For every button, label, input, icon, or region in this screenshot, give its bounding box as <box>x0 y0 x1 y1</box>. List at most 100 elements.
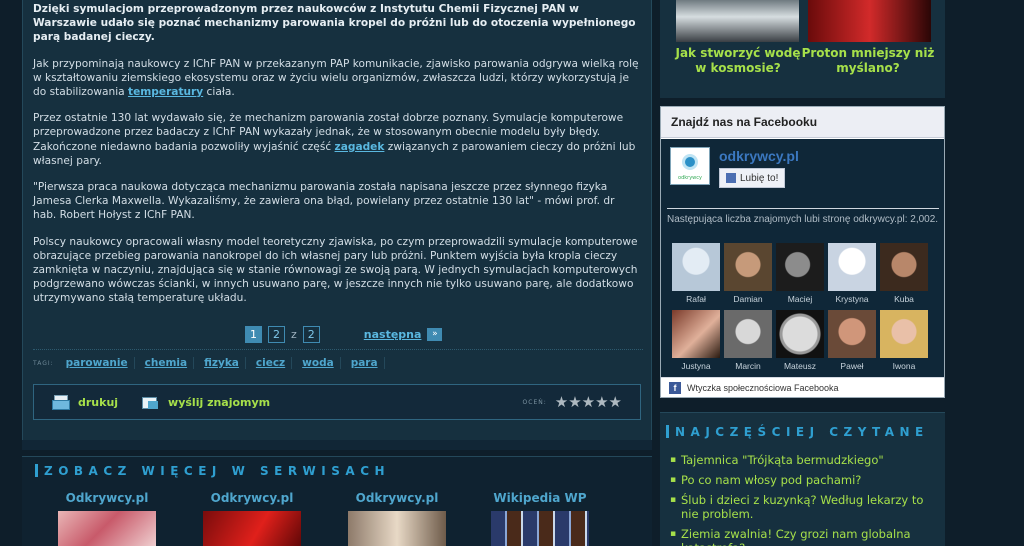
section-title: ZOBACZ WIĘCEJ W SERWISACH <box>35 464 390 478</box>
fan-avatar[interactable] <box>828 310 876 358</box>
most-read-link[interactable]: Tajemnica "Trójkąta bermudzkiego" <box>670 453 930 467</box>
astronaut-image[interactable] <box>676 0 799 42</box>
fan-name[interactable]: Justyna <box>670 361 722 371</box>
send-to-friend-button[interactable]: wyślij znajomym <box>142 395 270 409</box>
article-footer-bar <box>22 440 652 450</box>
article-text: Jak przypominają naukowcy z IChF PAN w p… <box>33 57 639 99</box>
eye-logo-icon <box>682 154 698 170</box>
fan-avatar[interactable] <box>880 243 928 291</box>
facebook-icon: f <box>669 381 681 394</box>
service-card[interactable]: Odkrywcy.pl <box>47 491 167 546</box>
fan-avatar[interactable] <box>776 243 824 291</box>
fan-name[interactable]: Paweł <box>826 361 878 371</box>
most-read-list: Tajemnica "Trójkąta bermudzkiego" Po co … <box>670 453 930 546</box>
facebook-widget: Znajdź nas na Facebooku odkrywcy odkrywc… <box>660 106 945 398</box>
divider <box>667 208 939 209</box>
facebook-page-name[interactable]: odkrywcy.pl <box>719 148 799 164</box>
next-arrow-icon[interactable]: » <box>427 327 443 341</box>
next-page-link[interactable]: następna <box>364 328 422 341</box>
service-title[interactable]: Odkrywcy.pl <box>192 491 312 505</box>
service-thumbnail[interactable] <box>203 511 301 546</box>
title-bar-icon <box>666 425 669 438</box>
tag-link[interactable]: ciecz <box>252 357 293 369</box>
fan-name[interactable]: Maciej <box>774 294 826 304</box>
tag-link[interactable]: parowanie <box>62 357 135 369</box>
most-read-link[interactable]: Po co nam włosy pod pachami? <box>670 473 930 487</box>
facebook-plugin-label[interactable]: Wtyczka społecznościowa Facebooka <box>687 383 839 393</box>
page-2-button[interactable]: 2 <box>268 325 285 343</box>
tag-link[interactable]: fizyka <box>200 357 246 369</box>
envelope-icon <box>142 395 159 409</box>
service-card[interactable]: Odkrywcy.pl <box>337 491 457 546</box>
article-body: Dzięki symulacjom przeprowadzonym przez … <box>23 0 651 306</box>
tag-link[interactable]: chemia <box>141 357 195 369</box>
pagination: 1 2 z 2 następna » <box>245 324 443 344</box>
tag-link[interactable]: para <box>347 357 385 369</box>
related-link[interactable]: Jak stworzyć wodę w kosmosie? <box>668 46 808 76</box>
service-thumbnail[interactable] <box>491 511 589 546</box>
fan-item[interactable]: Maciej <box>774 243 826 304</box>
section-title: NAJCZĘŚCIEJ CZYTANE <box>666 425 929 439</box>
facebook-header: Znajdź nas na Facebooku <box>661 107 944 138</box>
article-quote: "Pierwsza praca naukowa dotycząca mechan… <box>33 181 615 222</box>
fan-avatar[interactable] <box>672 310 720 358</box>
most-read-link[interactable]: Ziemia zwalnia! Czy grozi nam globalna k… <box>670 527 930 546</box>
title-bar-icon <box>35 464 38 477</box>
fan-name[interactable]: Rafał <box>670 294 722 304</box>
fan-avatar[interactable] <box>880 310 928 358</box>
fan-item[interactable]: Mateusz <box>774 310 826 371</box>
fan-avatar[interactable] <box>672 243 720 291</box>
article-lead: Dzięki symulacjom przeprowadzonym przez … <box>33 3 636 44</box>
site-logo[interactable]: odkrywcy <box>670 147 710 185</box>
article-paragraph: Przez ostatnie 130 lat wydawało się, że … <box>33 111 641 168</box>
fan-item[interactable]: Marcin <box>722 310 774 371</box>
printer-icon <box>52 395 70 410</box>
service-title[interactable]: Odkrywcy.pl <box>337 491 457 505</box>
article-text: ciała. <box>203 86 235 99</box>
most-read-link[interactable]: Ślub i dzieci z kuzynką? Według lekarzy … <box>670 493 930 521</box>
article-panel: Dzięki symulacjom przeprowadzonym przez … <box>22 0 652 440</box>
fan-name[interactable]: Damian <box>722 294 774 304</box>
fan-item[interactable]: Damian <box>722 243 774 304</box>
fan-name[interactable]: Iwona <box>878 361 930 371</box>
service-title[interactable]: Wikipedia WP <box>480 491 600 505</box>
related-thumbnails: Jak stworzyć wodę w kosmosie? Proton mni… <box>660 0 945 98</box>
service-card[interactable]: Wikipedia WP <box>480 491 600 546</box>
section-title-text: NAJCZĘŚCIEJ CZYTANE <box>675 425 929 439</box>
service-card[interactable]: Odkrywcy.pl <box>192 491 312 546</box>
section-title-text: ZOBACZ WIĘCEJ W SERWISACH <box>44 464 391 478</box>
scientist-image[interactable] <box>808 0 931 42</box>
page-1-button[interactable]: 1 <box>245 325 262 343</box>
fan-item[interactable]: Rafał <box>670 243 722 304</box>
service-thumbnail[interactable] <box>58 511 156 546</box>
article-paragraph: Jak przypominają naukowcy z IChF PAN w p… <box>33 57 641 100</box>
fan-item[interactable]: Kuba <box>878 243 930 304</box>
fan-name[interactable]: Mateusz <box>774 361 826 371</box>
fan-name[interactable]: Marcin <box>722 361 774 371</box>
fan-avatar[interactable] <box>724 310 772 358</box>
right-sidebar: Jak stworzyć wodę w kosmosie? Proton mni… <box>660 0 945 546</box>
rating-stars[interactable]: ★★★★★ <box>555 393 622 411</box>
fan-avatar[interactable] <box>776 310 824 358</box>
like-button[interactable]: Lubię to! <box>719 168 786 188</box>
fan-item[interactable]: Iwona <box>878 310 930 371</box>
fan-name[interactable]: Kuba <box>878 294 930 304</box>
fan-avatar[interactable] <box>828 243 876 291</box>
fan-item[interactable]: Paweł <box>826 310 878 371</box>
fan-item[interactable]: Justyna <box>670 310 722 371</box>
page-separator: z <box>291 327 297 341</box>
link-temperatury[interactable]: temperatury <box>128 86 203 98</box>
fan-name[interactable]: Krystyna <box>826 294 878 304</box>
link-zagadek[interactable]: zagadek <box>335 141 385 153</box>
fan-avatar[interactable] <box>724 243 772 291</box>
tag-link[interactable]: woda <box>298 357 341 369</box>
more-in-services-section: ZOBACZ WIĘCEJ W SERWISACH Odkrywcy.pl Od… <box>22 456 652 546</box>
fan-item[interactable]: Krystyna <box>826 243 878 304</box>
service-thumbnail[interactable] <box>348 511 446 546</box>
service-title[interactable]: Odkrywcy.pl <box>47 491 167 505</box>
related-link[interactable]: Proton mniejszy niż myślano? <box>798 46 938 76</box>
page-total-button[interactable]: 2 <box>302 325 320 343</box>
article-toolbar: drukuj wyślij znajomym OCEŃ: ★★★★★ <box>33 384 641 420</box>
facebook-body: odkrywcy odkrywcy.pl Lubię to! Następują… <box>661 139 944 397</box>
print-button[interactable]: drukuj <box>52 395 118 410</box>
